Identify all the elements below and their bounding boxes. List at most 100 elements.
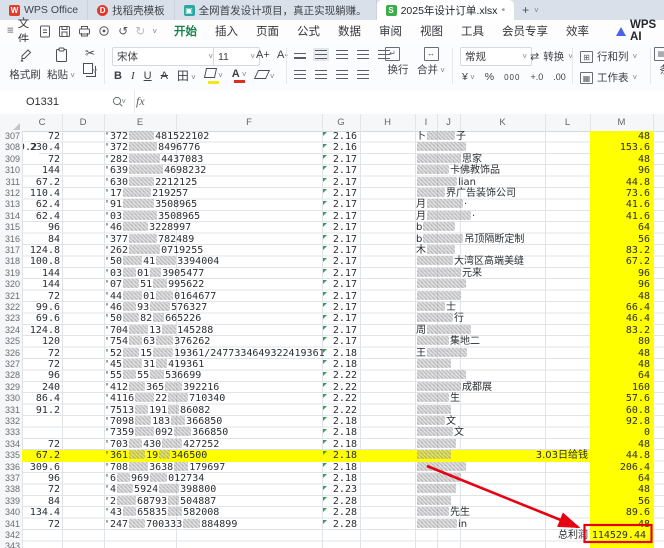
new-tab-button[interactable]: + <box>522 3 529 17</box>
row-header-321[interactable]: 321 <box>0 291 20 302</box>
cell-E-323[interactable]: '5082665226 <box>104 313 201 324</box>
cell-K-309[interactable]: 思家 <box>416 154 482 165</box>
cell-K-323[interactable]: 行 <box>416 313 464 324</box>
cell-K-325[interactable]: 集地二 <box>416 336 480 347</box>
row-header-324[interactable]: 324 <box>0 325 20 336</box>
cell-M-320[interactable]: 96 <box>590 279 650 290</box>
row-header-325[interactable]: 325 <box>0 336 20 347</box>
cell-C-319[interactable]: 144 <box>22 268 60 279</box>
cell-M-336[interactable]: 206.4 <box>590 462 650 473</box>
row-header-336[interactable]: 336 <box>0 462 20 473</box>
percent-button[interactable]: % <box>485 71 494 83</box>
row-header-334[interactable]: 334 <box>0 439 20 450</box>
row-header-331[interactable]: 331 <box>0 405 20 416</box>
cell-E-315[interactable]: '463228997 <box>104 222 191 233</box>
decrease-decimal-button[interactable]: .00 <box>553 72 566 82</box>
quickbar-caret-icon[interactable]: ˅ <box>152 27 157 36</box>
cell-C-328[interactable]: 96 <box>22 370 60 381</box>
row-header-330[interactable]: 330 <box>0 393 20 404</box>
cell-C-341[interactable]: 72 <box>22 519 60 530</box>
cell-K-328[interactable] <box>416 370 467 381</box>
cell-G-323[interactable]: 2.17 <box>322 313 357 324</box>
cell-M-339[interactable]: 56 <box>590 496 650 507</box>
row-header-323[interactable]: 323 <box>0 313 20 324</box>
cell-C-307[interactable]: 72 <box>22 131 60 142</box>
menu-item-效率[interactable]: 效率 <box>557 21 598 41</box>
cell-M-324[interactable]: 83.2 <box>590 325 650 336</box>
cell-E-309[interactable]: '2824437083 <box>104 154 203 165</box>
cell-G-307[interactable]: 2.16 <box>322 131 357 142</box>
cell-G-341[interactable]: 2.28 <box>322 519 357 530</box>
cell-K-307[interactable]: 卜子 <box>416 131 466 142</box>
cell-G-335[interactable]: 2.18 <box>322 450 357 461</box>
cell-C-323[interactable]: 69.6 <box>22 313 60 324</box>
cell-K-321[interactable] <box>416 291 462 302</box>
cell-C-339[interactable]: 84 <box>22 496 60 507</box>
cell-M-321[interactable]: 48 <box>590 291 650 302</box>
align-middle-button[interactable] <box>315 50 327 59</box>
paste-button[interactable]: 粘贴 ˅ <box>46 47 76 82</box>
cell-K-337[interactable] <box>416 473 462 484</box>
cell-G-325[interactable]: 2.17 <box>322 336 357 347</box>
cell-G-309[interactable]: 2.17 <box>322 154 357 165</box>
row-header-337[interactable]: 337 <box>0 473 20 484</box>
cell-K-324[interactable]: 周 <box>416 325 472 336</box>
cell-G-316[interactable]: 2.17 <box>322 234 357 245</box>
cell-M-323[interactable]: 46.4 <box>590 313 650 324</box>
cell-M-341[interactable]: 48 <box>590 519 650 530</box>
cell-M-334[interactable]: 48 <box>590 439 650 450</box>
align-left-button[interactable] <box>294 70 306 79</box>
cell-G-308[interactable]: 2.16 <box>322 142 357 153</box>
cell-E-338[interactable]: '45924398800 <box>104 484 216 495</box>
cell-C-324[interactable]: 124.8 <box>22 325 60 336</box>
cell-E-318[interactable]: '50413394004 <box>104 256 219 267</box>
row-header-314[interactable]: 314 <box>0 211 20 222</box>
row-header-322[interactable]: 322 <box>0 302 20 313</box>
cell-K-330[interactable]: 生 <box>416 393 460 404</box>
thousand-separator-button[interactable]: 000 <box>504 73 520 82</box>
cell-E-321[interactable]: '44010164677 <box>104 291 216 302</box>
row-header-316[interactable]: 316 <box>0 234 20 245</box>
cell-E-341[interactable]: '247700333884899 <box>104 519 237 530</box>
cell-G-311[interactable]: 2.17 <box>322 177 357 188</box>
cell-K-311[interactable]: lian <box>416 177 476 188</box>
column-header-K[interactable]: K <box>460 114 546 131</box>
cell-E-316[interactable]: '377782489 <box>104 234 194 245</box>
worksheet-button[interactable]: ▦ 工作表˅ <box>580 70 637 85</box>
row-header-309[interactable]: 309 <box>0 154 20 165</box>
cell-C-340[interactable]: 134.4 <box>22 507 60 518</box>
column-header-I[interactable]: I <box>415 114 438 131</box>
row-header-307[interactable]: 307 <box>0 131 20 142</box>
cell-G-329[interactable]: 2.22 <box>322 382 357 393</box>
cell-M-325[interactable]: 80 <box>590 336 650 347</box>
copy-icon[interactable]: ˅ <box>82 63 98 77</box>
row-header-333[interactable]: 333 <box>0 427 20 438</box>
increase-decimal-button[interactable]: +.0 <box>530 72 543 82</box>
cell-G-312[interactable]: 2.17 <box>322 188 357 199</box>
cell-K-316[interactable]: b吊顶隔断定制 <box>416 234 524 245</box>
cell-C-310[interactable]: 144 <box>22 165 60 176</box>
menu-item-工具[interactable]: 工具 <box>452 21 493 41</box>
menu-item-插入[interactable]: 插入 <box>206 21 247 41</box>
cell-C-327[interactable]: 72 <box>22 359 60 370</box>
tab-active-workbook[interactable]: S 2025年设计订单.xlsx • <box>377 0 515 20</box>
cell-G-332[interactable]: 2.18 <box>322 416 357 427</box>
cell-C-325[interactable]: 120 <box>22 336 60 347</box>
cell-K-308[interactable] <box>416 142 467 153</box>
cell-E-336[interactable]: '7083638179697 <box>104 462 225 473</box>
cell-K-310[interactable]: 卡佛教饰品 <box>416 165 500 176</box>
cell-K-317[interactable]: 木 <box>416 245 456 256</box>
cell-K-333[interactable]: 文 <box>416 427 464 438</box>
row-header-319[interactable]: 319 <box>0 268 20 279</box>
cell-M-331[interactable]: 60.8 <box>590 405 650 416</box>
cell-M-326[interactable]: 48 <box>590 348 650 359</box>
new-document-icon[interactable] <box>39 25 51 38</box>
row-header-326[interactable]: 326 <box>0 348 20 359</box>
cell-M-318[interactable]: 67.2 <box>590 256 650 267</box>
cell-G-338[interactable]: 2.23 <box>322 484 357 495</box>
column-header-H[interactable]: H <box>360 114 416 131</box>
cell-G-331[interactable]: 2.22 <box>322 405 357 416</box>
row-header-339[interactable]: 339 <box>0 496 20 507</box>
select-all-corner[interactable] <box>13 123 20 130</box>
cell-G-320[interactable]: 2.17 <box>322 279 357 290</box>
